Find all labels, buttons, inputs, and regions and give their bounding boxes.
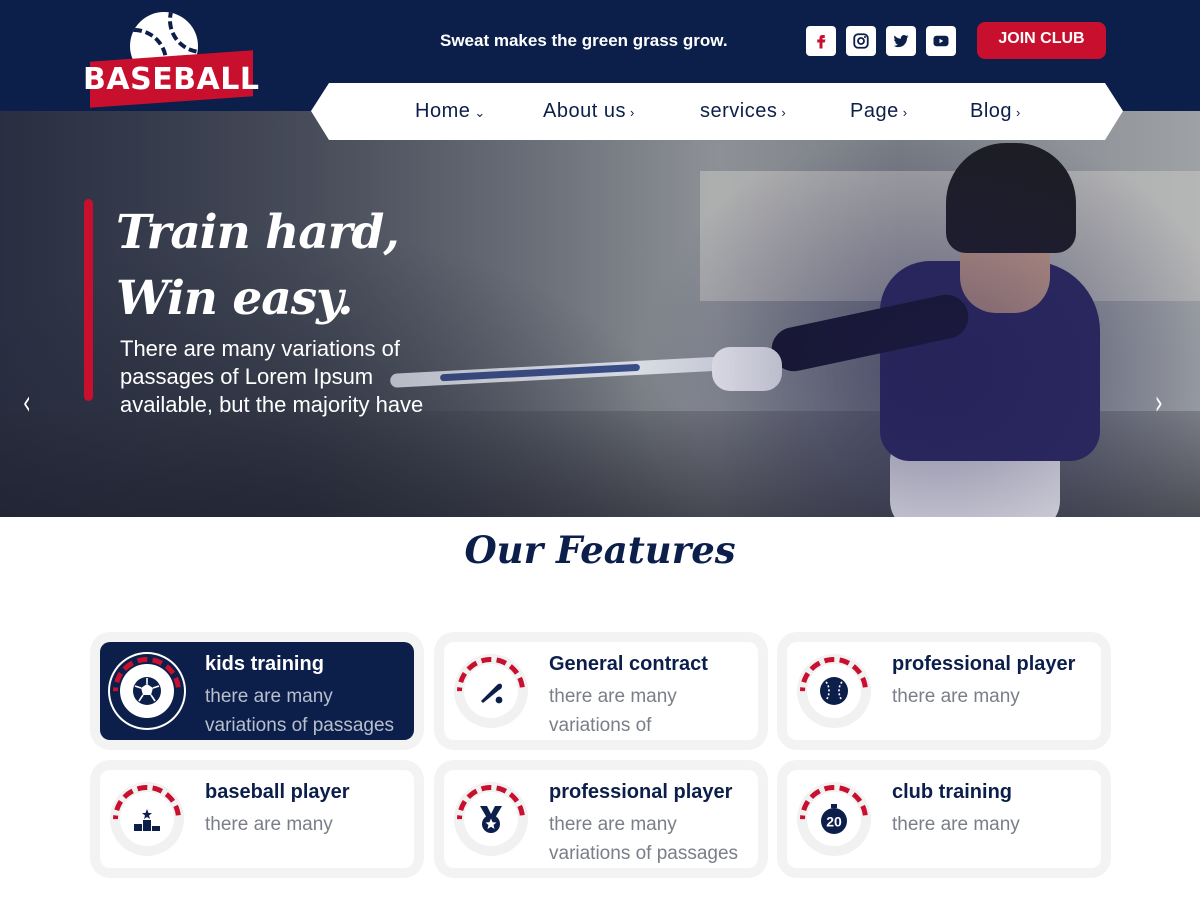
- feature-description: there are many: [205, 814, 333, 835]
- main-nav: Home ⌄ About us › services › Page › Blog ›: [311, 83, 1123, 140]
- nav-blog-label: Blog: [970, 100, 1013, 122]
- logo-banner: BASEBALL: [83, 50, 260, 108]
- hero-title: Train hard, Win easy.: [116, 200, 400, 332]
- feature-description: there are many variations of passages: [549, 814, 739, 864]
- header-tagline: Sweat makes the green grass grow.: [440, 31, 728, 50]
- feature-icon-wrap: [442, 642, 540, 740]
- site-logo[interactable]: BASEBALL: [83, 12, 260, 108]
- chevron-right-icon: ›: [629, 105, 635, 120]
- stopwatch-20-icon: 20: [807, 792, 861, 846]
- feature-card-general-contract[interactable]: General contract there are many variatio…: [442, 642, 758, 740]
- feature-title: professional player: [549, 781, 733, 803]
- feature-icon-wrap: [442, 770, 540, 868]
- hero-title-line-1: Train hard,: [116, 205, 400, 260]
- feature-card-professional-player-2[interactable]: professional player there are many varia…: [442, 770, 758, 868]
- nav-about-label: About us: [543, 100, 626, 122]
- feature-icon-wrap: [98, 770, 196, 868]
- feature-card-baseball-player[interactable]: baseball player there are many: [98, 770, 414, 868]
- nav-services[interactable]: services ›: [700, 100, 786, 123]
- feature-description: there are many variations of passages: [205, 686, 395, 736]
- feature-icon-wrap: [785, 642, 883, 740]
- youtube-icon[interactable]: [926, 26, 956, 56]
- slider-prev-icon[interactable]: ‹: [23, 383, 31, 423]
- feature-card-kids-training[interactable]: kids training there are many variations …: [98, 642, 414, 740]
- feature-description: there are many: [892, 686, 1020, 707]
- nav-home-label: Home: [415, 100, 471, 122]
- logo-text: BASEBALL: [83, 61, 260, 97]
- chevron-right-icon: ›: [902, 105, 908, 120]
- twitter-icon[interactable]: [886, 26, 916, 56]
- nav-page[interactable]: Page ›: [850, 100, 908, 123]
- feature-title: professional player: [892, 653, 1076, 675]
- feature-title: club training: [892, 781, 1012, 803]
- soccer-ball-icon: [120, 664, 174, 718]
- stopwatch-number: 20: [826, 814, 842, 830]
- chevron-down-icon: ⌄: [474, 105, 486, 120]
- feature-title: General contract: [549, 653, 708, 675]
- baseball-bat-icon: [464, 664, 518, 718]
- facebook-icon[interactable]: [806, 26, 836, 56]
- feature-title: kids training: [205, 653, 324, 675]
- nav-blog[interactable]: Blog ›: [970, 100, 1021, 123]
- baseball-icon: [807, 664, 861, 718]
- chevron-right-icon: ›: [781, 105, 787, 120]
- hero-accent-bar: [84, 199, 93, 401]
- feature-card-professional-player[interactable]: professional player there are many: [785, 642, 1101, 740]
- feature-icon-wrap: 20: [785, 770, 883, 868]
- nav-home[interactable]: Home ⌄: [415, 100, 486, 123]
- medal-icon: [464, 792, 518, 846]
- chevron-right-icon: ›: [1016, 105, 1021, 120]
- features-title: Our Features: [464, 528, 736, 572]
- feature-title: baseball player: [205, 781, 350, 803]
- hero-title-line-2: Win easy.: [116, 271, 353, 326]
- slider-next-icon[interactable]: ›: [1155, 383, 1163, 423]
- feature-description: there are many variations of: [549, 686, 677, 736]
- hero-description: There are many variations of passages of…: [120, 336, 424, 417]
- feature-icon-wrap: [98, 642, 196, 740]
- feature-description: there are many: [892, 814, 1020, 835]
- nav-page-label: Page: [850, 100, 899, 122]
- feature-card-club-training[interactable]: 20 club training there are many: [785, 770, 1101, 868]
- join-club-button[interactable]: JOIN CLUB: [977, 22, 1106, 59]
- nav-services-label: services: [700, 100, 778, 122]
- instagram-icon[interactable]: [846, 26, 876, 56]
- nav-about[interactable]: About us ›: [543, 100, 635, 123]
- podium-icon: [120, 792, 174, 846]
